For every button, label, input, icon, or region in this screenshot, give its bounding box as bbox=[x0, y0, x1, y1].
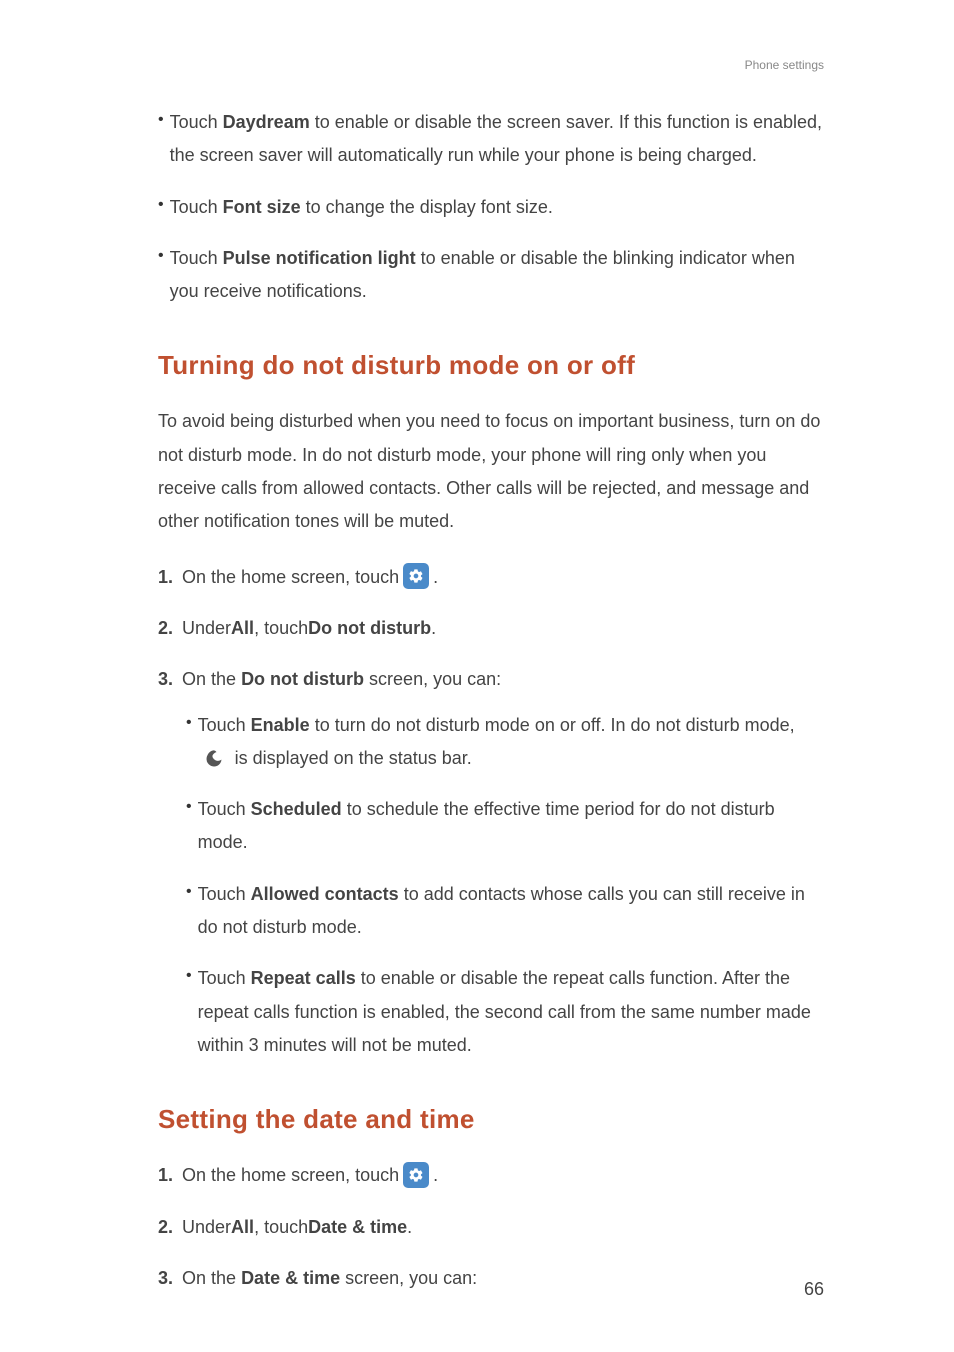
step-3-dnd: 3. On the Do not disturb screen, you can… bbox=[158, 663, 826, 696]
bullet-item-pulse-light: • Touch Pulse notification light to enab… bbox=[158, 242, 826, 309]
sub-bullet-scheduled: • Touch Scheduled to schedule the effect… bbox=[186, 793, 826, 860]
bullet-dot-icon: • bbox=[186, 793, 192, 860]
bullet-item-daydream: • Touch Daydream to enable or disable th… bbox=[158, 106, 826, 173]
settings-icon bbox=[403, 1162, 429, 1188]
step-number: 3. bbox=[158, 1262, 173, 1295]
step-3-date: 3. On the Date & time screen, you can: bbox=[158, 1262, 826, 1295]
para-dnd-intro: To avoid being disturbed when you need t… bbox=[158, 405, 826, 538]
step-2-date: 2. Under All, touch Date & time. bbox=[158, 1211, 826, 1244]
bullet-dot-icon: • bbox=[158, 106, 164, 173]
sub-bullet-allowed-contacts: • Touch Allowed contacts to add contacts… bbox=[186, 878, 826, 945]
bullet-text: Touch Repeat calls to enable or disable … bbox=[198, 962, 826, 1062]
page-number: 66 bbox=[804, 1279, 824, 1300]
step-number: 2. bbox=[158, 1211, 173, 1244]
bullet-text: Touch Font size to change the display fo… bbox=[170, 191, 826, 224]
bullet-text: Touch Daydream to enable or disable the … bbox=[170, 106, 826, 173]
settings-icon bbox=[403, 563, 429, 589]
bullet-text: Touch Pulse notification light to enable… bbox=[170, 242, 826, 309]
bullet-dot-icon: • bbox=[186, 962, 192, 1062]
bullet-item-font-size: • Touch Font size to change the display … bbox=[158, 191, 826, 224]
bullet-dot-icon: • bbox=[186, 878, 192, 945]
step-number: 1. bbox=[158, 1159, 173, 1192]
step-text: Under All, touch Date & time. bbox=[182, 1211, 826, 1244]
step-number: 1. bbox=[158, 561, 173, 594]
heading-do-not-disturb: Turning do not disturb mode on or off bbox=[158, 350, 826, 381]
bullet-text: Touch Allowed contacts to add contacts w… bbox=[198, 878, 826, 945]
step-text: Under All, touch Do not disturb. bbox=[182, 612, 826, 645]
step-text: On the Date & time screen, you can: bbox=[182, 1262, 826, 1295]
bullet-dot-icon: • bbox=[158, 242, 164, 309]
step-number: 2. bbox=[158, 612, 173, 645]
moon-icon bbox=[203, 748, 225, 770]
sub-bullet-enable: • Touch Enable to turn do not disturb mo… bbox=[186, 709, 826, 776]
step-text: On the home screen, touch . bbox=[182, 561, 826, 594]
header-section-label: Phone settings bbox=[745, 58, 824, 72]
step-2-dnd: 2. Under All, touch Do not disturb. bbox=[158, 612, 826, 645]
bullet-dot-icon: • bbox=[158, 191, 164, 224]
bullet-dot-icon: • bbox=[186, 709, 192, 776]
step-text: On the Do not disturb screen, you can: bbox=[182, 663, 826, 696]
bullet-text: Touch Scheduled to schedule the effectiv… bbox=[198, 793, 826, 860]
step-text: On the home screen, touch . bbox=[182, 1159, 826, 1192]
sub-bullet-repeat-calls: • Touch Repeat calls to enable or disabl… bbox=[186, 962, 826, 1062]
step-number: 3. bbox=[158, 663, 173, 696]
step-1-date: 1. On the home screen, touch . bbox=[158, 1159, 826, 1192]
step-1-dnd: 1. On the home screen, touch . bbox=[158, 561, 826, 594]
bullet-text: Touch Enable to turn do not disturb mode… bbox=[198, 709, 826, 776]
heading-date-time: Setting the date and time bbox=[158, 1104, 826, 1135]
